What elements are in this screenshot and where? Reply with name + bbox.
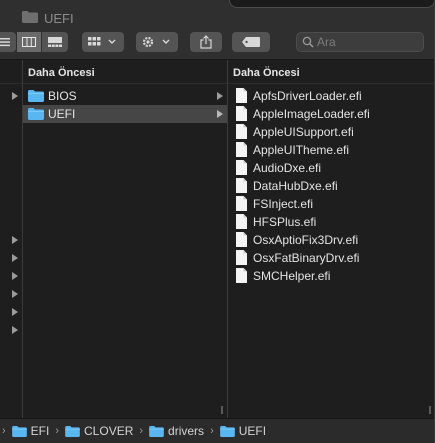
file-icon bbox=[236, 178, 247, 193]
tag-icon bbox=[242, 37, 260, 47]
search-input[interactable] bbox=[317, 34, 417, 50]
column-browser: Daha Öncesi BIOS UEFI Daha Öncesi ApfsDr… bbox=[0, 60, 434, 418]
list-item-label: AppleImageLoader.efi bbox=[253, 107, 370, 121]
list-item-label: HFSPlus.efi bbox=[253, 215, 317, 229]
list-item-file[interactable]: HFSPlus.efi bbox=[228, 213, 434, 231]
window-edge bbox=[229, 0, 434, 8]
folder-icon bbox=[65, 425, 80, 437]
list-item-bios[interactable]: BIOS bbox=[23, 87, 227, 105]
breadcrumb-label: EFI bbox=[30, 424, 50, 438]
chevron-right-icon bbox=[217, 110, 223, 118]
gallery-view-button[interactable] bbox=[42, 32, 68, 52]
chevron-right-icon[interactable] bbox=[12, 308, 18, 316]
file-icon bbox=[236, 196, 247, 211]
share-button[interactable] bbox=[190, 32, 222, 52]
column-resize-handle[interactable] bbox=[221, 406, 223, 414]
breadcrumb-item[interactable]: CLOVER bbox=[65, 424, 133, 438]
list-item-file[interactable]: ApfsDriverLoader.efi bbox=[228, 87, 434, 105]
chevron-right-icon[interactable] bbox=[12, 272, 18, 280]
file-icon bbox=[236, 160, 247, 175]
list-item-file[interactable]: DataHubDxe.efi bbox=[228, 177, 434, 195]
list-item-file[interactable]: OsxAptioFix3Drv.efi bbox=[228, 231, 434, 249]
list-item-file[interactable]: AudioDxe.efi bbox=[228, 159, 434, 177]
group-icon bbox=[88, 37, 116, 46]
breadcrumb-item[interactable]: drivers bbox=[149, 424, 204, 438]
folder-icon bbox=[28, 108, 44, 120]
column-view-button[interactable] bbox=[17, 32, 41, 52]
list-item-label: ApfsDriverLoader.efi bbox=[253, 89, 362, 103]
list-item-file[interactable]: OsxFatBinaryDrv.efi bbox=[228, 249, 434, 267]
breadcrumb-item[interactable]: EFI bbox=[11, 424, 50, 438]
gear-icon bbox=[142, 36, 170, 48]
file-icon bbox=[236, 268, 247, 283]
title-bar[interactable]: UEFI bbox=[0, 0, 434, 26]
tag-button[interactable] bbox=[232, 32, 270, 52]
share-icon bbox=[200, 35, 212, 49]
breadcrumb-label: drivers bbox=[168, 424, 205, 438]
folder-icon bbox=[219, 425, 235, 437]
folder-icon bbox=[11, 425, 27, 437]
finder-window: UEFI Ara Daha Öncesi BIOS UEFI Daha Önce… bbox=[0, 0, 435, 443]
list-item-file[interactable]: AppleUISupport.efi bbox=[228, 123, 434, 141]
toolbar bbox=[0, 26, 434, 60]
breadcrumb-item[interactable]: UEFI bbox=[219, 424, 267, 438]
list-item-label: SMCHelper.efi bbox=[253, 269, 331, 283]
path-separator: › bbox=[210, 425, 214, 437]
list-item-file[interactable]: SMCHelper.efi bbox=[228, 267, 434, 285]
file-icon bbox=[236, 142, 247, 157]
column-resize-handle[interactable] bbox=[429, 406, 431, 414]
gallery-view-icon bbox=[48, 37, 62, 47]
list-view-button[interactable] bbox=[0, 32, 16, 52]
folder-icon bbox=[149, 425, 164, 437]
column-2[interactable]: Daha Öncesi ApfsDriverLoader.efi AppleIma… bbox=[228, 60, 434, 418]
list-view-icon bbox=[0, 38, 10, 47]
path-separator: › bbox=[2, 425, 6, 437]
path-separator: › bbox=[139, 425, 144, 437]
column-1[interactable]: Daha Öncesi BIOS UEFI bbox=[23, 60, 228, 418]
folder-icon bbox=[22, 11, 38, 23]
list-item-file[interactable]: AppleImageLoader.efi bbox=[228, 105, 434, 123]
chevron-right-icon[interactable] bbox=[12, 254, 18, 262]
list-item-label: OsxAptioFix3Drv.efi bbox=[253, 233, 359, 247]
path-separator: › bbox=[55, 425, 60, 437]
list-item-label: AppleUITheme.efi bbox=[253, 143, 350, 157]
list-item-label: FSInject.efi bbox=[253, 197, 314, 211]
list-item-uefi[interactable]: UEFI bbox=[23, 105, 227, 123]
column-0-header bbox=[0, 60, 22, 84]
chevron-right-icon[interactable] bbox=[12, 290, 18, 298]
breadcrumb-label: UEFI bbox=[238, 424, 267, 438]
column-0[interactable] bbox=[0, 60, 23, 418]
list-item-label: AppleUISupport.efi bbox=[253, 125, 354, 139]
file-icon bbox=[236, 88, 247, 103]
window-title: UEFI bbox=[44, 11, 74, 26]
column-1-header: Daha Öncesi bbox=[23, 60, 227, 84]
list-item-file[interactable]: FSInject.efi bbox=[228, 195, 434, 213]
list-item-label: UEFI bbox=[48, 107, 76, 121]
column-2-header: Daha Öncesi bbox=[228, 60, 434, 84]
search-field[interactable] bbox=[296, 32, 424, 52]
breadcrumb-label: CLOVER bbox=[84, 424, 134, 438]
list-item-file[interactable]: AppleUITheme.efi bbox=[228, 141, 434, 159]
list-item-label: AudioDxe.efi bbox=[253, 161, 322, 175]
file-icon bbox=[236, 232, 247, 247]
path-bar: › EFI › CLOVER › drivers › UEFI bbox=[0, 418, 434, 443]
chevron-right-icon[interactable] bbox=[12, 326, 18, 334]
file-icon bbox=[236, 106, 247, 121]
action-button[interactable] bbox=[136, 32, 178, 52]
chevron-right-icon bbox=[217, 92, 223, 100]
file-icon bbox=[236, 124, 247, 139]
file-icon bbox=[236, 250, 247, 265]
search-icon bbox=[302, 36, 314, 48]
chevron-right-icon[interactable] bbox=[12, 236, 18, 244]
list-item-label: BIOS bbox=[48, 89, 77, 103]
file-icon bbox=[236, 214, 247, 229]
group-button[interactable] bbox=[82, 32, 124, 52]
column-view-icon bbox=[22, 37, 36, 47]
list-item-label: DataHubDxe.efi bbox=[253, 179, 338, 193]
folder-icon bbox=[28, 90, 44, 102]
list-item-label: OsxFatBinaryDrv.efi bbox=[253, 251, 360, 265]
chevron-right-icon[interactable] bbox=[12, 92, 18, 100]
